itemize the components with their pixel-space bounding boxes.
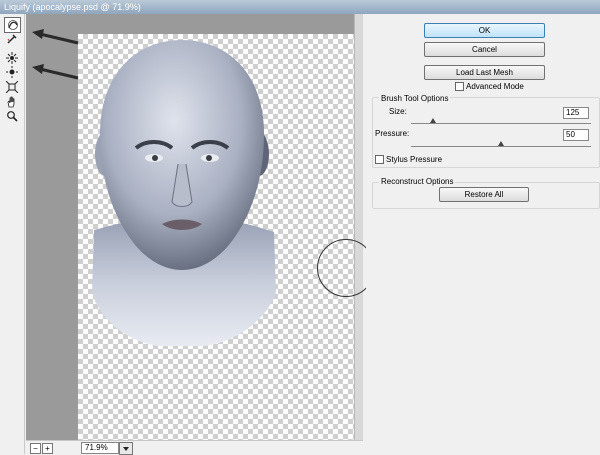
stylus-pressure-checkbox[interactable]	[375, 155, 384, 164]
forward-warp-tool-icon[interactable]	[4, 17, 21, 33]
tool-palette	[0, 14, 25, 454]
title-bar: Liquify (apocalypse.psd @ 71.9%)	[0, 0, 600, 14]
vertical-scrollbar[interactable]	[354, 14, 363, 440]
zoom-in-button[interactable]: +	[42, 443, 53, 454]
zoom-out-button[interactable]: −	[30, 443, 41, 454]
pressure-input[interactable]: 50	[563, 129, 589, 141]
arrow-annotation-2	[32, 64, 79, 80]
brush-tool-options-title: Brush Tool Options	[379, 94, 451, 103]
cancel-button[interactable]: Cancel	[424, 42, 545, 57]
reconstruct-tool-icon[interactable]	[4, 32, 19, 46]
pressure-slider-thumb[interactable]	[498, 141, 504, 146]
zoom-level-field[interactable]: 71.9%	[81, 442, 119, 454]
arrow-annotation-1	[32, 29, 79, 45]
hand-tool-icon[interactable]	[4, 95, 19, 109]
size-label: Size:	[389, 107, 407, 116]
restore-all-button[interactable]: Restore All	[439, 187, 529, 202]
reconstruct-options-title: Reconstruct Options	[379, 177, 456, 186]
size-slider-thumb[interactable]	[429, 118, 436, 123]
push-left-tool-icon[interactable]	[4, 80, 19, 94]
window-title: Liquify (apocalypse.psd @ 71.9%)	[4, 2, 141, 12]
zoom-tool-icon[interactable]	[4, 109, 19, 123]
advanced-mode-checkbox[interactable]	[455, 82, 464, 91]
bloat-tool-icon[interactable]	[4, 65, 19, 79]
pressure-label: Pressure:	[375, 129, 410, 138]
options-panel: OK Cancel Load Last Mesh Advanced Mode B…	[366, 14, 600, 454]
load-last-mesh-button[interactable]: Load Last Mesh	[424, 65, 545, 80]
pressure-slider-track[interactable]	[411, 146, 591, 147]
head-image	[92, 40, 276, 346]
ok-button[interactable]: OK	[424, 23, 545, 38]
advanced-mode-label: Advanced Mode	[466, 82, 524, 91]
pucker-tool-icon[interactable]	[4, 51, 19, 65]
size-slider-track[interactable]	[411, 123, 591, 124]
zoom-dropdown-button[interactable]	[119, 442, 133, 455]
status-bar: − + 71.9%	[26, 440, 363, 455]
size-input[interactable]: 125	[563, 107, 589, 119]
stylus-pressure-label: Stylus Pressure	[386, 155, 443, 164]
